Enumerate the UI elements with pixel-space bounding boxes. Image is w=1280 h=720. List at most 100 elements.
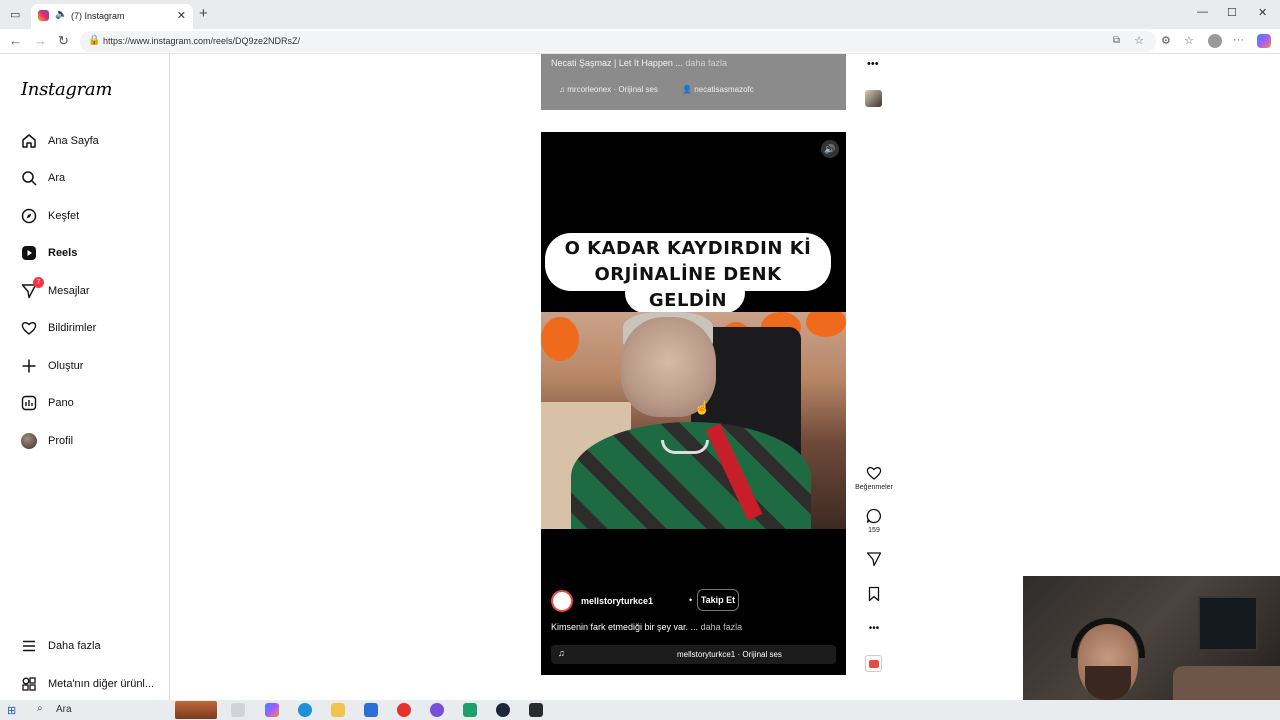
reels-icon — [20, 244, 38, 262]
sidebar-toggle-icon[interactable]: ▭ — [10, 8, 20, 21]
avatar-icon — [20, 432, 38, 450]
sidebar-item-messages[interactable]: 7 Mesajlar — [20, 277, 165, 303]
comments-count: 159 — [868, 527, 880, 534]
steam-icon[interactable] — [496, 703, 510, 717]
maximize-icon[interactable]: ☐ — [1227, 6, 1237, 19]
app-icon[interactable] — [463, 703, 477, 717]
favorites-icon[interactable]: ☆ — [1184, 34, 1194, 47]
opera-icon[interactable] — [397, 703, 411, 717]
reel-player[interactable]: 🔊 O KADAR KAYDIRDIN Kİ ORJİNALİNE DENK G… — [541, 132, 846, 675]
more-dots-icon: ••• — [868, 623, 880, 634]
music-note-icon: ♫ — [558, 648, 565, 658]
close-tab-icon[interactable]: ✕ — [177, 9, 186, 22]
extension-icon[interactable]: ⚙ — [1161, 34, 1171, 47]
tab-title: (7) Instagram — [71, 11, 125, 21]
previous-reel-audio[interactable]: ♫ mrcorleonex · Orijinal ses — [559, 85, 658, 94]
refresh-icon[interactable]: ↻ — [58, 33, 69, 49]
reel-video-frame[interactable]: ☝ — [541, 312, 846, 529]
sidebar-item-explore[interactable]: Keşfet — [20, 204, 165, 228]
browser-tab[interactable]: 🔈 (7) Instagram ✕ — [31, 4, 193, 29]
volume-icon[interactable]: 🔊 — [821, 140, 839, 158]
search-icon[interactable]: ⌕ — [37, 703, 43, 714]
reel-audio-bar[interactable]: ♫ mellstoryturkce1 · Orijinal ses — [551, 645, 836, 664]
sidebar-item-label: Meta'nın diğer ürünl... — [48, 678, 155, 690]
sidebar-item-label: Daha fazla — [48, 640, 101, 652]
speaker-icon[interactable]: 🔈 — [55, 9, 67, 20]
caption-text: Kimsenin fark etmediği bir şey var. ... — [551, 622, 699, 632]
sidebar-item-profile[interactable]: Profil — [20, 429, 165, 453]
sidebar-item-label: Bildirimler — [48, 322, 97, 334]
url-text: https://www.instagram.com/reels/DQ9ze2ND… — [103, 36, 301, 46]
sidebar-item-reels[interactable]: Reels — [20, 241, 165, 265]
file-explorer-icon[interactable] — [331, 703, 345, 717]
reel-username[interactable]: mellstoryturkce1 — [581, 596, 653, 606]
copilot-icon[interactable] — [265, 703, 279, 717]
like-button[interactable]: Beğenmeler — [849, 465, 899, 491]
sidebar-item-home[interactable]: Ana Sayfa — [20, 129, 165, 153]
sidebar-item-label: Keşfet — [48, 210, 80, 222]
mail-icon[interactable] — [364, 703, 378, 717]
weather-widget[interactable] — [175, 701, 217, 719]
avatar[interactable] — [551, 590, 573, 612]
task-view-icon[interactable] — [231, 703, 245, 717]
reel-author[interactable]: mellstoryturkce1 — [551, 590, 653, 612]
address-bar[interactable]: 🔒 https://www.instagram.com/reels/DQ9ze2… — [80, 31, 1156, 52]
sidebar-item-meta[interactable]: Meta'nın diğer ürünl... — [20, 672, 165, 696]
more-link[interactable]: daha fazla — [701, 622, 743, 632]
compass-icon — [20, 207, 38, 225]
sidebar-item-label: Pano — [48, 397, 74, 409]
tagged-user-label: necatisasmazofc — [694, 85, 754, 94]
sidebar-item-notifications[interactable]: Bildirimler — [20, 316, 165, 340]
instagram-favicon-icon — [38, 10, 49, 21]
sidebar-item-create[interactable]: Oluştur — [20, 354, 165, 378]
sidebar-item-dashboard[interactable]: Pano — [20, 391, 165, 415]
windows-start-icon[interactable]: ⊞ — [7, 704, 16, 717]
profile-avatar-icon[interactable] — [1208, 34, 1222, 48]
sidebar-item-label: Ara — [48, 172, 66, 184]
reel-more-button[interactable]: ••• — [849, 620, 899, 638]
reel-audio-thumbnail[interactable] — [865, 655, 882, 672]
close-window-icon[interactable]: ✕ — [1258, 6, 1267, 19]
instagram-logo[interactable]: Instagram — [21, 79, 112, 100]
menu-dots-icon[interactable]: ··· — [1233, 34, 1244, 46]
overlay-line: GELDİN — [648, 290, 728, 311]
previous-reel-more-icon[interactable]: ••• — [867, 58, 879, 70]
favorite-star-icon[interactable]: ☆ — [1134, 34, 1144, 47]
new-tab-icon[interactable]: + — [199, 5, 208, 22]
sidebar-item-label: Ana Sayfa — [48, 135, 99, 147]
forward-icon[interactable]: → — [34, 33, 47, 48]
edge-icon[interactable] — [298, 703, 312, 717]
sidebar-item-label: Oluştur — [48, 360, 84, 372]
taskbar-search[interactable]: Ara — [56, 704, 72, 715]
sidebar-item-more[interactable]: Daha fazla — [20, 634, 165, 658]
lock-icon[interactable]: 🔒 — [88, 35, 100, 46]
dashboard-icon — [20, 394, 38, 412]
reel-caption[interactable]: Kimsenin fark etmediği bir şey var. ... … — [551, 622, 742, 632]
previous-reel-tagged-user[interactable]: 👤 necatisasmazofc — [682, 85, 754, 94]
taskbar: ⊞ ⌕ Ara — [0, 700, 1280, 720]
plus-icon — [20, 357, 38, 375]
overlay-line: O KADAR KAYDIRDIN Kİ — [564, 238, 812, 259]
previous-reel-audio-thumbnail[interactable] — [865, 90, 882, 107]
bookmark-icon — [849, 586, 899, 604]
sidebar-item-label: Mesajlar — [48, 285, 90, 297]
audio-label: mrcorleonex · Orijinal ses — [567, 85, 658, 94]
share-button[interactable] — [849, 551, 899, 569]
separator-dot: • — [689, 595, 693, 605]
sidebar-item-label: Profil — [48, 435, 74, 447]
more-link[interactable]: daha fazla — [685, 58, 727, 68]
follow-button[interactable]: Takip Et — [697, 589, 739, 611]
open-in-app-icon[interactable]: ⧉ — [1113, 35, 1120, 46]
save-button[interactable] — [849, 586, 899, 604]
minimize-icon[interactable]: — — [1197, 6, 1208, 18]
back-icon[interactable]: ← — [9, 33, 22, 48]
mouse-cursor-icon: ☝ — [694, 400, 711, 415]
heart-icon — [849, 465, 899, 483]
copilot-icon[interactable] — [1257, 34, 1271, 48]
notification-badge: 7 — [33, 277, 44, 288]
previous-reel-card[interactable]: Necati Şaşmaz | Let It Happen ... daha f… — [541, 54, 846, 110]
epic-games-icon[interactable] — [529, 703, 543, 717]
app-icon[interactable] — [430, 703, 444, 717]
comment-button[interactable]: 159 — [849, 508, 899, 534]
sidebar-item-search[interactable]: Ara — [20, 166, 165, 190]
